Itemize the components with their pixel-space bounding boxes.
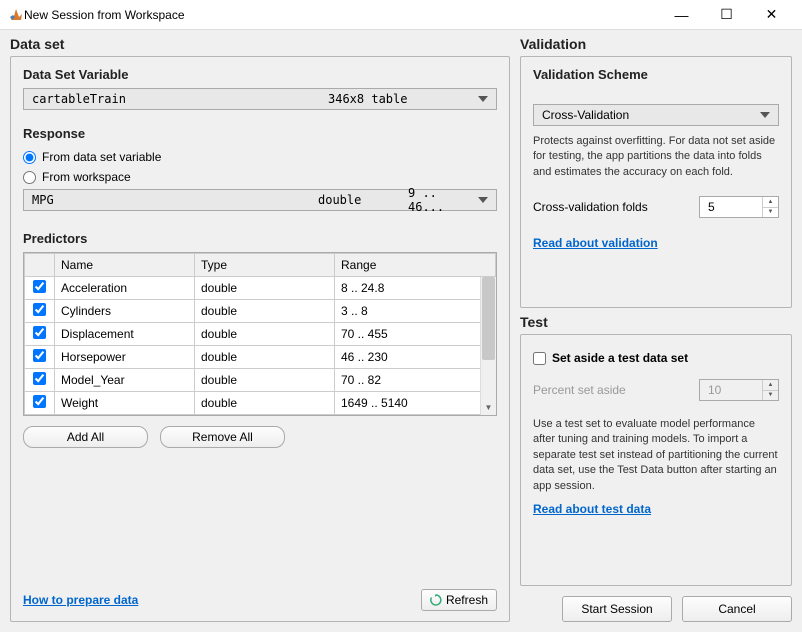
dataset-panel: Data Set Variable cartableTrain 346x8 ta… <box>10 56 510 622</box>
cell-range: 70 .. 82 <box>335 369 496 392</box>
start-session-button[interactable]: Start Session <box>562 596 672 622</box>
percent-value: 10 <box>708 383 721 397</box>
predictors-label: Predictors <box>23 231 497 246</box>
response-dropdown[interactable]: MPG double 9 .. 46... <box>23 189 497 211</box>
chevron-down-icon <box>478 197 488 203</box>
cancel-button[interactable]: Cancel <box>682 596 792 622</box>
table-row[interactable]: Displacementdouble70 .. 455 <box>25 323 496 346</box>
cell-type: double <box>195 392 335 415</box>
th-name: Name <box>55 254 195 277</box>
cell-type: double <box>195 346 335 369</box>
datavar-dropdown[interactable]: cartableTrain 346x8 table <box>23 88 497 110</box>
response-label: Response <box>23 126 497 141</box>
maximize-button[interactable]: ☐ <box>704 0 749 29</box>
cell-name: Weight <box>55 392 195 415</box>
test-panel: Set aside a test data set Percent set as… <box>520 334 792 586</box>
response-range: 9 .. 46... <box>408 186 478 214</box>
predictor-checkbox[interactable] <box>33 349 46 362</box>
folds-label: Cross-validation folds <box>533 200 699 214</box>
radio-from-workspace[interactable] <box>23 171 36 184</box>
spinner-down-icon[interactable]: ▼ <box>763 208 778 218</box>
close-button[interactable]: ✕ <box>749 0 794 29</box>
predictor-checkbox[interactable] <box>33 280 46 293</box>
test-description: Use a test set to evaluate model perform… <box>533 417 779 494</box>
scroll-thumb[interactable] <box>482 277 495 360</box>
table-row[interactable]: Horsepowerdouble46 .. 230 <box>25 346 496 369</box>
spinner-up-icon[interactable]: ▲ <box>763 197 778 208</box>
scheme-label: Validation Scheme <box>533 67 779 82</box>
datavar-meta: 346x8 table <box>328 92 478 106</box>
cell-name: Cylinders <box>55 300 195 323</box>
refresh-button[interactable]: Refresh <box>421 589 497 611</box>
predictor-checkbox[interactable] <box>33 372 46 385</box>
table-scrollbar[interactable]: ▼ <box>480 277 496 415</box>
cell-name: Horsepower <box>55 346 195 369</box>
titlebar: New Session from Workspace — ☐ ✕ <box>0 0 802 30</box>
folds-value: 5 <box>708 200 715 214</box>
add-all-button[interactable]: Add All <box>23 426 148 448</box>
test-checkbox-label: Set aside a test data set <box>552 351 688 365</box>
cell-range: 8 .. 24.8 <box>335 277 496 300</box>
validation-heading: Validation <box>520 36 792 52</box>
cell-name: Model_Year <box>55 369 195 392</box>
datavar-label: Data Set Variable <box>23 67 497 82</box>
cell-name: Acceleration <box>55 277 195 300</box>
how-to-prepare-link[interactable]: How to prepare data <box>23 593 138 607</box>
read-validation-link[interactable]: Read about validation <box>533 236 658 250</box>
validation-description: Protects against overfitting. For data n… <box>533 134 779 180</box>
spinner-down-icon: ▼ <box>763 391 778 401</box>
scroll-down-icon[interactable]: ▼ <box>481 399 496 415</box>
cell-range: 46 .. 230 <box>335 346 496 369</box>
radio-from-dataset-label: From data set variable <box>42 150 161 164</box>
cell-name: Displacement <box>55 323 195 346</box>
test-set-checkbox[interactable] <box>533 352 546 365</box>
th-type: Type <box>195 254 335 277</box>
read-test-link[interactable]: Read about test data <box>533 502 651 516</box>
cell-range: 3 .. 8 <box>335 300 496 323</box>
window-title: New Session from Workspace <box>24 8 659 22</box>
predictor-checkbox[interactable] <box>33 395 46 408</box>
radio-from-dataset[interactable] <box>23 151 36 164</box>
folds-spinner[interactable]: 5 ▲ ▼ <box>699 196 779 218</box>
cell-type: double <box>195 300 335 323</box>
response-name: MPG <box>32 193 318 207</box>
predictor-checkbox[interactable] <box>33 326 46 339</box>
table-header-row: Name Type Range <box>25 254 496 277</box>
table-row[interactable]: Model_Yeardouble70 .. 82 <box>25 369 496 392</box>
th-range: Range <box>335 254 496 277</box>
refresh-icon <box>430 594 442 606</box>
chevron-down-icon <box>760 112 770 118</box>
table-row[interactable]: Cylindersdouble3 .. 8 <box>25 300 496 323</box>
cell-range: 70 .. 455 <box>335 323 496 346</box>
spinner-up-icon: ▲ <box>763 380 778 391</box>
validation-panel: Validation Scheme Cross-Validation Prote… <box>520 56 792 308</box>
cell-type: double <box>195 323 335 346</box>
table-row[interactable]: Accelerationdouble8 .. 24.8 <box>25 277 496 300</box>
percent-label: Percent set aside <box>533 383 699 397</box>
predictor-checkbox[interactable] <box>33 303 46 316</box>
chevron-down-icon <box>478 96 488 102</box>
minimize-button[interactable]: — <box>659 0 704 29</box>
cell-type: double <box>195 277 335 300</box>
refresh-label: Refresh <box>446 593 488 607</box>
radio-from-workspace-label: From workspace <box>42 170 131 184</box>
scheme-dropdown[interactable]: Cross-Validation <box>533 104 779 126</box>
matlab-icon <box>8 7 24 23</box>
test-heading: Test <box>520 314 792 330</box>
datavar-name: cartableTrain <box>32 92 328 106</box>
cell-type: double <box>195 369 335 392</box>
predictors-table: Name Type Range Accelerationdouble8 .. 2… <box>23 252 497 416</box>
scheme-value: Cross-Validation <box>542 108 629 122</box>
dataset-heading: Data set <box>10 36 510 52</box>
percent-spinner: 10 ▲ ▼ <box>699 379 779 401</box>
table-row[interactable]: Weightdouble1649 .. 5140 <box>25 392 496 415</box>
remove-all-button[interactable]: Remove All <box>160 426 285 448</box>
cell-range: 1649 .. 5140 <box>335 392 496 415</box>
response-type: double <box>318 193 408 207</box>
